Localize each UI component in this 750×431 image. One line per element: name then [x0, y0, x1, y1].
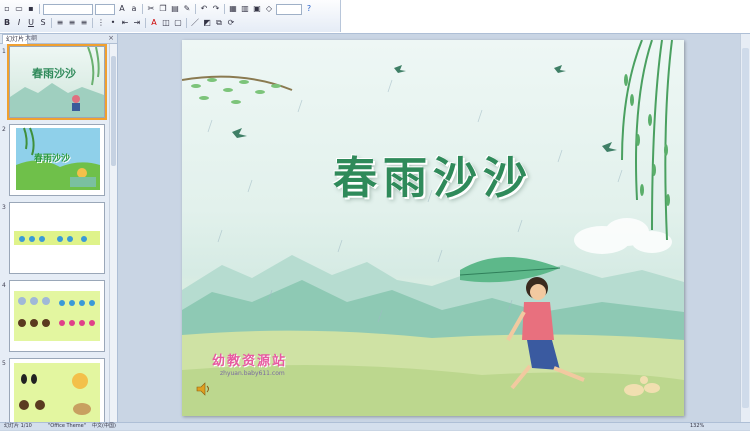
- align-left-icon[interactable]: ≡: [55, 18, 65, 28]
- fill-color-icon[interactable]: ◩: [202, 18, 212, 28]
- shape-icon[interactable]: ◇: [264, 4, 274, 14]
- thumb-title: 春雨沙沙: [32, 67, 76, 80]
- toolbar-row-2: B I U S ≡ ≡ ≡ ⋮ • ⇤ ⇥ A ◫ ▢ ／ ◩ ⧉ ⟳: [2, 17, 236, 29]
- pane-scrollbar-thumb[interactable]: [111, 56, 116, 166]
- slide-scrollbar[interactable]: [740, 34, 750, 422]
- slides-pane: 幻灯片 大纲 × 1 春雨沙沙 2 春雨沙沙 3 4 5: [0, 34, 118, 430]
- toolbar-panel: ▫ ▭ ▪ A a ✂ ❐ ▤ ✎ ↶ ↷ ▦ ▥ ▣ ◇ ? B I U S …: [0, 0, 341, 32]
- slide-thumbnail-4[interactable]: [9, 280, 105, 352]
- paste-icon[interactable]: ▤: [170, 4, 180, 14]
- align-center-icon[interactable]: ≡: [67, 18, 77, 28]
- align-right-icon[interactable]: ≡: [79, 18, 89, 28]
- toolbar-separator: [186, 18, 187, 28]
- site-logo-text: 幼教资源站: [212, 354, 288, 369]
- format-painter-icon[interactable]: ✎: [182, 4, 192, 14]
- slide-thumbnail-1[interactable]: 春雨沙沙: [7, 44, 107, 120]
- slide-title[interactable]: 春雨沙沙: [182, 142, 684, 206]
- thumb-number: 2: [2, 126, 6, 133]
- slide-thumbnail-5[interactable]: [9, 358, 105, 430]
- font-name-combo[interactable]: [43, 3, 93, 15]
- tab-outline[interactable]: 大纲: [22, 34, 40, 43]
- thumbnail-image: [10, 281, 104, 351]
- toolbar-separator: [51, 18, 52, 28]
- slide-scrollbar-thumb[interactable]: [742, 48, 749, 408]
- save-icon[interactable]: ▪: [26, 4, 36, 14]
- thumbnail-image: [10, 46, 104, 117]
- thumb-title: 春雨沙沙: [34, 154, 71, 164]
- table-icon[interactable]: ▦: [228, 4, 238, 14]
- design-icon[interactable]: ◫: [161, 18, 171, 28]
- decrease-indent-icon[interactable]: ⇤: [120, 18, 130, 28]
- rotate-icon[interactable]: ⟳: [226, 18, 236, 28]
- toolbar-row-1: ▫ ▭ ▪ A a ✂ ❐ ▤ ✎ ↶ ↷ ▦ ▥ ▣ ◇ ?: [2, 3, 314, 15]
- copy-icon[interactable]: ❐: [158, 4, 168, 14]
- font-color-icon[interactable]: A: [149, 18, 159, 28]
- new-icon[interactable]: ▫: [2, 4, 12, 14]
- slide-thumbnail-3[interactable]: [9, 202, 105, 274]
- thumb-number: 1: [2, 48, 6, 55]
- picture-icon[interactable]: ▣: [252, 4, 262, 14]
- line-color-icon[interactable]: ／: [190, 18, 200, 28]
- italic-icon[interactable]: I: [14, 18, 24, 28]
- thumbnail-image: [10, 359, 104, 429]
- grow-font-icon[interactable]: A: [117, 4, 127, 14]
- pane-tabs: 幻灯片 大纲 ×: [0, 34, 117, 44]
- thumb-number: 3: [2, 204, 6, 211]
- slide-thumbnail-2[interactable]: 春雨沙沙: [9, 124, 105, 196]
- open-icon[interactable]: ▭: [14, 4, 24, 14]
- toolbar-separator: [92, 18, 93, 28]
- thumb-number: 5: [2, 360, 6, 367]
- toolbar-separator: [195, 4, 196, 14]
- shadow-icon[interactable]: S: [38, 18, 48, 28]
- undo-icon[interactable]: ↶: [199, 4, 209, 14]
- toolbar-separator: [145, 18, 146, 28]
- thumb-number: 4: [2, 282, 6, 289]
- ribbon-toolbar: ▫ ▭ ▪ A a ✂ ❐ ▤ ✎ ↶ ↷ ▦ ▥ ▣ ◇ ? B I U S …: [0, 0, 750, 34]
- close-pane-icon[interactable]: ×: [108, 34, 114, 43]
- site-logo-url: zhyuan.baby611.com: [220, 370, 285, 377]
- zoom-combo[interactable]: [276, 3, 302, 15]
- redo-icon[interactable]: ↷: [211, 4, 221, 14]
- shrink-font-icon[interactable]: a: [129, 4, 139, 14]
- thumbnail-image: [10, 203, 104, 273]
- arrange-icon[interactable]: ⧉: [214, 18, 224, 28]
- chart-icon[interactable]: ▥: [240, 4, 250, 14]
- toolbar-separator: [142, 4, 143, 14]
- speaker-icon[interactable]: [196, 382, 212, 396]
- increase-indent-icon[interactable]: ⇥: [132, 18, 142, 28]
- help-icon[interactable]: ?: [304, 4, 314, 14]
- slide-canvas[interactable]: 春雨沙沙 幼教资源站 zhyuan.baby611.com: [182, 40, 684, 416]
- toolbar-separator: [224, 4, 225, 14]
- bold-icon[interactable]: B: [2, 18, 12, 28]
- toolbar-separator: [39, 4, 40, 14]
- bullets-icon[interactable]: •: [108, 18, 118, 28]
- numbering-icon[interactable]: ⋮: [96, 18, 106, 28]
- cut-icon[interactable]: ✂: [146, 4, 156, 14]
- font-size-combo[interactable]: [95, 3, 115, 15]
- new-slide-icon[interactable]: ▢: [173, 18, 183, 28]
- pane-scrollbar[interactable]: [109, 44, 117, 422]
- underline-icon[interactable]: U: [26, 18, 36, 28]
